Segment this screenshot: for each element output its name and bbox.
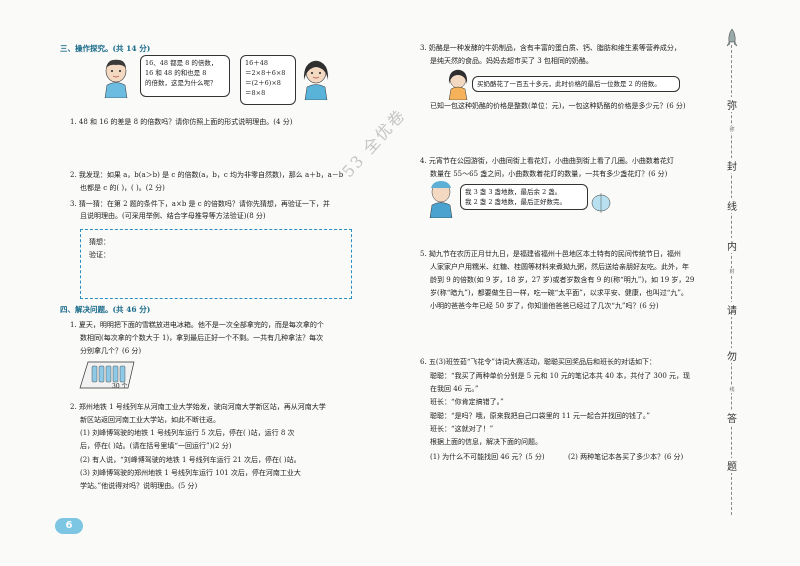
popsicle-box-illustration xyxy=(79,361,135,389)
seal-char: 答 xyxy=(724,410,740,425)
problem-2-line: 学站。”他说得对吗？说明理由。(5 分) xyxy=(80,482,198,490)
problem-1-line: 分别拿几个？(6 分) xyxy=(80,347,142,355)
r-question-6-line: 班长：“这就对了！” xyxy=(430,425,494,433)
bubble-line: 的倍数，这是为什么呢？ xyxy=(145,79,217,87)
bubble-line: 16 和 48 的和也是 8 xyxy=(145,69,207,77)
question-3-line1: 3. 猜一猜：在第 2 题的条件下，a×b 是 c 的倍数吗？请你先猜想，再验证… xyxy=(70,200,330,208)
seal-char: 弥 xyxy=(724,97,740,112)
question-3-line2: 且说明理由。(可采用举例、结合字母推导等方法验证)(8 分) xyxy=(80,212,266,220)
section3-title: 三、操作探究。(共 14 分) xyxy=(60,44,151,53)
question-2-line2: 也都是 c 的( )，( )。(2 分) xyxy=(80,184,165,192)
speech-bubble-lanterns: 我 3 盏 3 盏地数，最后余 2 盏。 我 2 盏 2 盏地数，最后正好数完。 xyxy=(460,184,588,210)
verify-label: 验证： xyxy=(89,251,110,259)
seal-small-mark: 封 xyxy=(724,268,740,275)
watermark: 53 全优卷 xyxy=(338,104,410,182)
seal-char: 勿 xyxy=(724,348,740,363)
r-question-6-line: 班长：“你肯定搞错了。” xyxy=(430,398,504,406)
seal-char: 线 xyxy=(724,198,740,213)
page-number: 6 xyxy=(55,518,83,534)
speech-bubble-cheese: 买奶酪花了一百五十多元，此时价格的最后一位数是 2 的倍数。 xyxy=(472,76,680,92)
question-2-line1: 2. 我发现：如果 a，b(a＞b) 是 c 的倍数(a，b，c 均为非零自然数… xyxy=(70,171,344,179)
bubble-line: 买奶酪花了一百五十多元，此时价格的最后一位数是 2 的倍数。 xyxy=(477,80,661,88)
problem-2-line: 后，停在( )站。(请在括号里填“一回运行”)(2 分) xyxy=(80,442,232,450)
question-1: 1. 48 和 16 的差是 8 的倍数吗？请你仿照上面的形式说明理由。(4 分… xyxy=(70,118,293,126)
popsicle-count-label: 30 个 xyxy=(112,383,128,390)
problem-1-line: 数相同(每次拿的个数大于 1)，拿到最后正好一个不剩。一共有几种拿法？每次 xyxy=(80,334,324,342)
r-question-3-line: 3. 奶酪是一种发酵的牛奶制品，含有丰富的蛋白质、钙、脂肪和维生素等营养成分， xyxy=(420,44,681,52)
r-question-6-sub1: (1) 为什么不可能找回 46 元？(5 分) xyxy=(430,453,545,461)
r-question-3-line: 是纯天然的食品。妈妈去超市买了 3 包相同的奶酪。 xyxy=(430,57,593,65)
problem-2-line: 新区站返回河南工业大学站，如此不断往返。 xyxy=(80,416,220,424)
girl-illustration xyxy=(303,60,329,100)
worksheet-page: 三、操作探究。(共 14 分) 16、48 都是 8 的倍数， 16 和 48 … xyxy=(0,0,800,566)
bubble-line: ＝2×8＋6×8 xyxy=(245,69,286,77)
r-question-6-line: 在我回 46 元。” xyxy=(430,385,479,393)
r-question-6-sub2: (2) 两种笔记本各买了多少本？(6 分) xyxy=(568,453,684,461)
seal-char: 内 xyxy=(724,238,740,253)
r-question-6-line: 聪聪：“我买了两种单价分别是 5 元和 10 元的笔记本共 40 本，共付了 3… xyxy=(430,372,691,380)
seal-small-mark: 线 xyxy=(724,386,740,393)
r-question-4-line: 4. 元宵节在公园游街，小曲同街上看花灯，小曲曲到街上看了几圈。小曲数着花灯 xyxy=(420,157,674,165)
rocket-icon xyxy=(726,28,738,47)
seal-small-mark: 弥 xyxy=(724,126,740,133)
r-question-6-line: 6. 五(3)班笠茹“飞花令”诗词大赛活动，聪聪买回奖品后和班长的对话如下： xyxy=(420,358,656,366)
r-question-5-line: 5. 拗九节在农历正月廿九日，是福建省福州十邑地区本土特有的民间传统节日，福州 xyxy=(420,250,681,258)
r-question-5-line: 人家家户户用糯米、红糖、桂圆等材料来煮拗九粥，然后送给亲朋好友吃。此外，年 xyxy=(430,263,689,271)
girl-with-cheese-illustration xyxy=(448,69,468,100)
r-question-5-line: 龄到 9 的倍数(如 9 岁，18 岁，27 岁)或者岁数含有 9 的(称“明九… xyxy=(430,276,695,284)
speech-bubble-question: 16、48 都是 8 的倍数， 16 和 48 的和也是 8 的倍数，这是为什么… xyxy=(140,55,230,97)
bubble-line: ＝(2＋6)×8 xyxy=(245,79,281,87)
bubble-line: ＝8×8 xyxy=(245,89,266,97)
r-question-4-line: 数量在 55～65 盏之间，小曲数数着花灯的数量，一共有多少盏花灯？(6 分) xyxy=(430,170,668,178)
r-question-5-line: 岁(称“暗九”)，都要做生日一样，吃一碗“太平面”，以求平安、健康，也叫过“九”… xyxy=(430,289,688,297)
bubble-line: 16＋48 xyxy=(245,59,269,67)
guess-label: 猜想： xyxy=(89,238,110,246)
boy-illustration xyxy=(104,59,128,98)
seal-dashed-line xyxy=(731,45,732,515)
speech-bubble-calculation: 16＋48 ＝2×8＋6×8 ＝(2＋6)×8 ＝8×8 xyxy=(240,55,296,105)
seal-char: 请 xyxy=(724,302,740,317)
seal-char: 题 xyxy=(724,458,740,473)
bubble-line: 我 3 盏 3 盏地数，最后余 2 盏。 xyxy=(465,188,562,196)
section4-title: 四、解决问题。(共 46 分) xyxy=(60,305,151,314)
bubble-line: 16、48 都是 8 的倍数， xyxy=(145,59,218,67)
r-question-6-line: 聪聪：“是吗？哦，原来我把自己口袋里的 11 元一起合并找回的钱了。” xyxy=(430,412,651,420)
bubble-line: 我 2 盏 2 盏地数，最后正好数完。 xyxy=(465,198,567,206)
lantern-icon xyxy=(591,193,611,213)
problem-2-line: 2. 郑州地铁 1 号线列车从河南工业大学始发，驶向河南大学新区站，再从河南大学 xyxy=(70,403,326,411)
answer-box[interactable]: 猜想： 验证： xyxy=(80,229,352,299)
child-counting-illustration xyxy=(429,181,453,218)
problem-2-line: (2) 有人说，“刘峰博驾驶的地铁 1 号线列车运行 21 次后，停在( )站。 xyxy=(80,456,301,464)
r-question-5-line: 小明的爸爸今年已经 50 岁了，你知道他爸爸已经过了几次“九”吗？(6 分) xyxy=(430,302,659,310)
problem-1-line: 1. 夏天，明明把下面的雪糕放进电冰箱。他不是一次全部拿完的，而是每次拿的个 xyxy=(70,321,324,329)
problem-2-line: (3) 刘峰博驾驶的郑州地铁 1 号线列车运行 101 次后，停在河南工业大 xyxy=(80,469,301,477)
seal-char: 封 xyxy=(724,158,740,173)
r-question-6-line: 根据上面的信息，解决下面的问题。 xyxy=(430,438,542,446)
r-question-3-ask: 已知一包这种奶酪的价格是整数(单位：元)，一包这种奶酪的价格是多少元？(6 分) xyxy=(430,102,686,110)
problem-2-line: (1) 刘峰博驾驶的地铁 1 号线列车运行 5 次后，停在( )站，运行 8 次 xyxy=(80,429,295,437)
